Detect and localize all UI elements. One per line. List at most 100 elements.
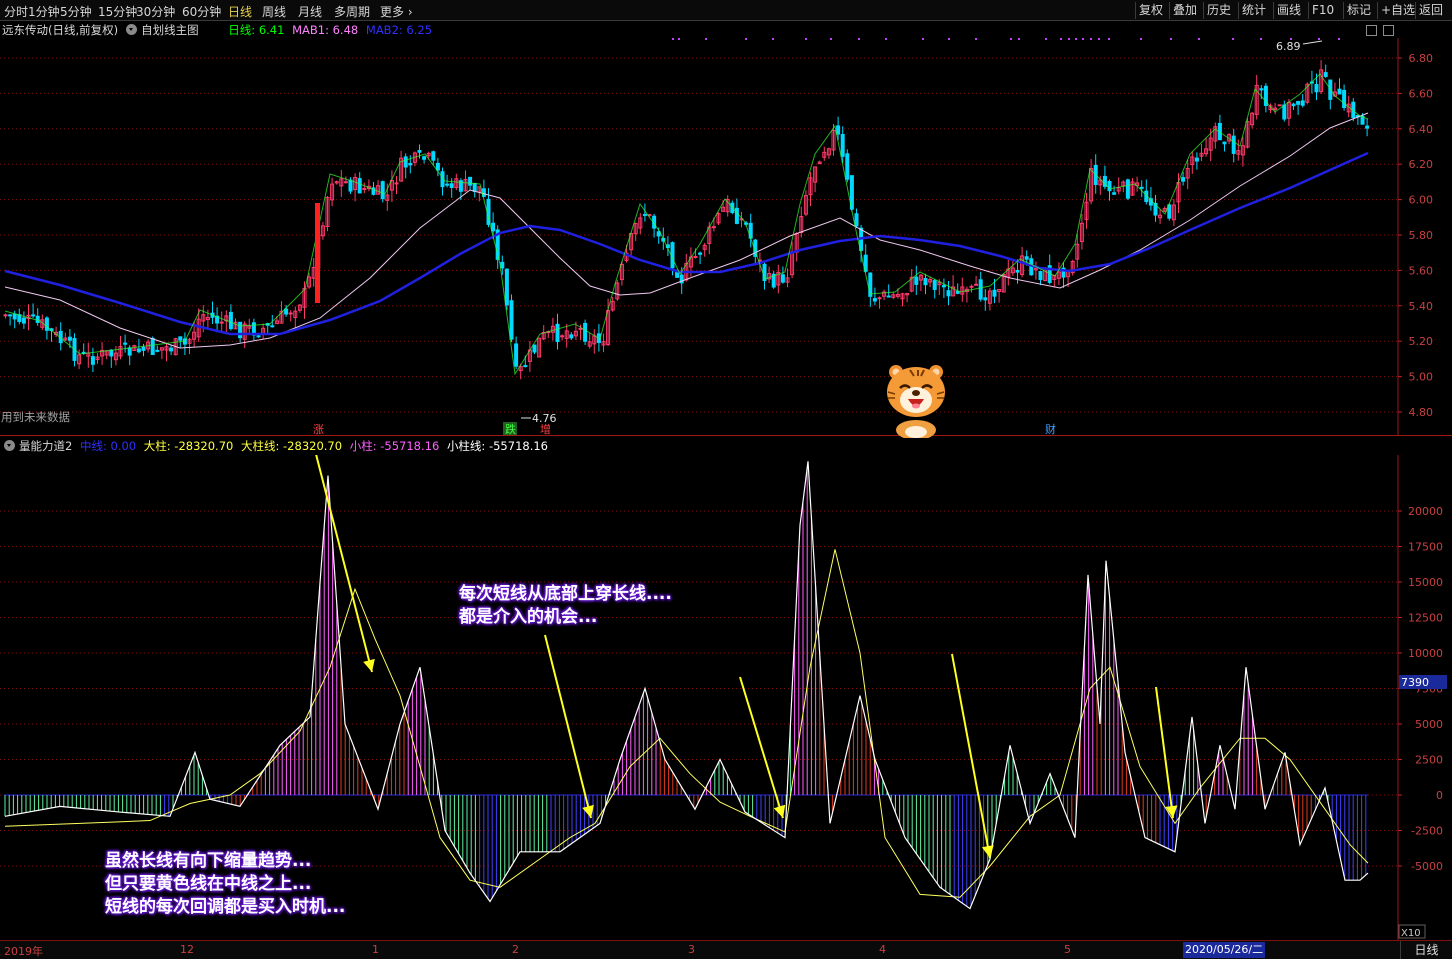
sub-tick-label: 0 bbox=[1436, 789, 1443, 802]
price-tick-label: 4.80 bbox=[1409, 406, 1434, 419]
candle-body bbox=[872, 298, 877, 302]
x-label-2: 2 bbox=[512, 943, 519, 956]
draw-line-button[interactable]: 画线 bbox=[1273, 2, 1304, 19]
callout-top-line-2: 都是介入的机会... bbox=[459, 607, 598, 627]
f10-button[interactable]: F10 bbox=[1308, 2, 1337, 19]
period-tab-timeshare[interactable]: 分时 bbox=[4, 3, 28, 20]
x-label-4: 4 bbox=[879, 943, 886, 956]
sub-dropdown-icon[interactable] bbox=[4, 440, 15, 451]
period-tab-multi[interactable]: 多周期 bbox=[334, 3, 370, 20]
candle-body bbox=[941, 284, 946, 288]
x-label-12: 12 bbox=[180, 943, 194, 956]
event-dot bbox=[1075, 38, 1077, 40]
event-dot bbox=[858, 38, 860, 40]
bottom-period-tab[interactable]: 日线 bbox=[1400, 941, 1452, 959]
candle-body bbox=[504, 268, 509, 306]
price-tick-label: 6.80 bbox=[1409, 52, 1434, 65]
event-dot bbox=[705, 38, 707, 40]
candle-body bbox=[946, 290, 951, 297]
candle-body bbox=[380, 181, 385, 200]
period-tab-15min[interactable]: 15分钟 bbox=[98, 3, 137, 20]
event-dot bbox=[1068, 38, 1070, 40]
highlight-candle bbox=[315, 203, 320, 303]
candle-body bbox=[877, 297, 882, 300]
period-tab-5min[interactable]: 5分钟 bbox=[60, 3, 92, 20]
rights-adjust-button[interactable]: 复权 bbox=[1135, 2, 1166, 19]
period-tab-monthly[interactable]: 月线 bbox=[298, 3, 322, 20]
event-mark: 财 bbox=[1045, 422, 1056, 436]
event-dot bbox=[948, 38, 950, 40]
legend-daily: 日线: 6.41 bbox=[228, 23, 285, 37]
arrow-line bbox=[315, 455, 373, 673]
candle-body bbox=[578, 327, 583, 330]
price-tick-label: 6.40 bbox=[1409, 123, 1434, 136]
close-panel-icon[interactable] bbox=[1383, 25, 1394, 36]
legend-mab1: MAB1: 6.48 bbox=[292, 23, 359, 37]
event-dot bbox=[1260, 38, 1262, 40]
period-tab-60min[interactable]: 60分钟 bbox=[182, 3, 221, 20]
ma-long-line bbox=[4, 151, 1369, 336]
top-toolbar: 分时 1分钟 5分钟 15分钟 30分钟 60分钟 日线 周线 月线 多周期 更… bbox=[0, 0, 1452, 21]
maximize-panel-icon[interactable] bbox=[1366, 25, 1377, 36]
price-tick-label: 6.20 bbox=[1409, 158, 1434, 171]
stats-button[interactable]: 统计 bbox=[1238, 2, 1269, 19]
overlay-button[interactable]: 叠加 bbox=[1169, 2, 1200, 19]
period-tab-more[interactable]: 更多 › bbox=[380, 3, 413, 20]
candle-body bbox=[155, 349, 160, 352]
period-tab-weekly[interactable]: 周线 bbox=[262, 3, 286, 20]
x-label-1: 1 bbox=[372, 943, 379, 956]
back-button[interactable]: 返回 bbox=[1415, 2, 1446, 19]
candlestick-chart[interactable]: 6.80 6.60 6.40 6.20 6.00 5.80 5.60 5.40 5.20 5.00… bbox=[0, 38, 1452, 436]
candle-body bbox=[840, 133, 845, 157]
sub-indicator-name[interactable]: 量能力道2 bbox=[19, 439, 72, 453]
candle-body bbox=[431, 151, 436, 161]
event-dot bbox=[772, 38, 774, 40]
price-tick-label: 6.00 bbox=[1409, 194, 1434, 207]
candle-body bbox=[1038, 271, 1043, 281]
period-tab-daily[interactable]: 日线 bbox=[228, 3, 252, 20]
candle-body bbox=[123, 342, 128, 345]
candle-body bbox=[914, 276, 919, 285]
sub-tick-label: -2500 bbox=[1411, 825, 1443, 838]
event-dot bbox=[1090, 38, 1092, 40]
candle-body bbox=[403, 156, 408, 168]
event-dot bbox=[1170, 38, 1172, 40]
legend-small-bar: 小柱: -55718.16 bbox=[349, 439, 440, 453]
candle-body bbox=[1323, 72, 1328, 77]
candle-body bbox=[127, 347, 132, 356]
candle-body bbox=[500, 261, 505, 269]
candle-body bbox=[3, 314, 8, 317]
event-dot bbox=[830, 38, 832, 40]
candle-body bbox=[31, 314, 36, 317]
candle-body bbox=[1015, 269, 1020, 273]
mark-button[interactable]: 标记 bbox=[1343, 2, 1374, 19]
history-button[interactable]: 历史 bbox=[1203, 2, 1234, 19]
candle-body bbox=[150, 337, 155, 356]
small-bar-line bbox=[4, 461, 1369, 910]
arrow-head-icon bbox=[363, 658, 375, 672]
candle-body bbox=[734, 207, 739, 224]
candle-body bbox=[270, 325, 275, 328]
event-dot bbox=[672, 38, 674, 40]
candle-body bbox=[435, 162, 440, 171]
event-dot bbox=[1045, 38, 1047, 40]
legend-big-bar: 大柱: -28320.70 bbox=[143, 439, 234, 453]
period-tab-30min[interactable]: 30分钟 bbox=[136, 3, 175, 20]
legend-big-bar-line: 大柱线: -28320.70 bbox=[241, 439, 343, 453]
main-indicator-name[interactable]: 自划线主图 bbox=[141, 23, 199, 37]
candle-body bbox=[343, 181, 348, 184]
stock-label: 远东传动(日线,前复权) bbox=[2, 23, 119, 37]
candle-body bbox=[1139, 186, 1144, 189]
sub-info-line: 量能力道2 中线: 0.00 大柱: -28320.70 大柱线: -28320… bbox=[0, 437, 552, 455]
sub-tick-label: 17500 bbox=[1408, 541, 1443, 554]
candle-body bbox=[1277, 104, 1282, 107]
candle-body bbox=[845, 153, 850, 180]
dropdown-icon[interactable] bbox=[126, 24, 138, 35]
event-mark: 增 bbox=[540, 422, 551, 436]
period-tab-1min[interactable]: 1分钟 bbox=[28, 3, 60, 20]
x-label-2019: 2019年 bbox=[4, 945, 43, 958]
arrow-line bbox=[544, 634, 592, 819]
add-watchlist-button[interactable]: +自选 bbox=[1377, 2, 1418, 19]
event-dot bbox=[1098, 38, 1100, 40]
price-tick-label: 5.00 bbox=[1409, 371, 1434, 384]
